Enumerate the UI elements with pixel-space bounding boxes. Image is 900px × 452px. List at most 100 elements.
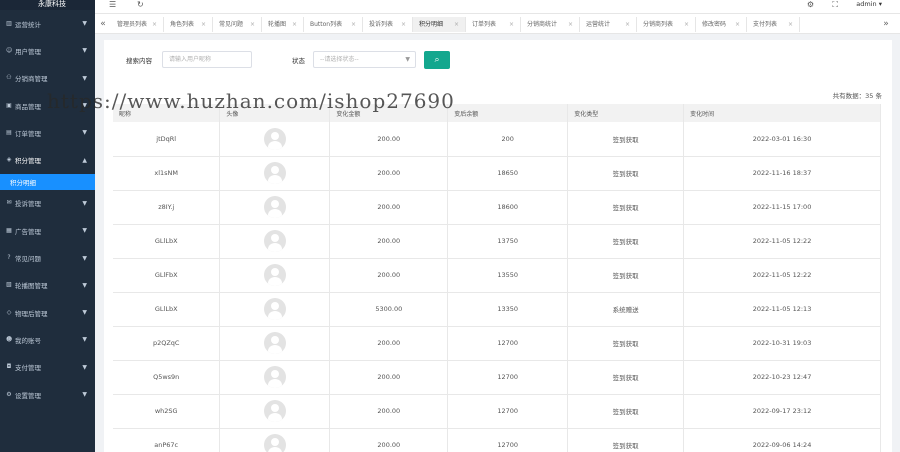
avatar [263,230,286,252]
tabs-scroll-left-icon[interactable]: « [95,14,111,34]
amount-cell: 200.00 [329,156,449,191]
sidebar-item-12[interactable]: ◘ 支付管理 ▼ [0,354,95,381]
close-icon[interactable]: × [509,17,514,32]
status-label: 状态 [292,57,305,65]
sidebar-item-6[interactable]: ✉ 投诉管理 ▼ [0,190,95,217]
sidebar-item-label: 支付管理 [15,364,41,373]
tab-1[interactable]: 角色列表 × [164,17,213,32]
sidebar-item-label: 运营统计 [15,20,41,29]
sidebar-item-0[interactable]: ▥ 运营统计 ▼ [0,10,95,37]
menu-toggle-icon[interactable]: ☰ [109,0,116,9]
sidebar-item-1[interactable]: ☺ 用户管理 ▼ [0,37,95,64]
close-icon[interactable]: × [568,17,573,32]
avatar-cell [219,326,331,361]
sidebar-item-4[interactable]: ▤ 订单管理 ▼ [0,119,95,146]
tab-label: 支付列表 [753,21,778,28]
refresh-icon[interactable]: ↻ [137,0,144,9]
tab-8[interactable]: 分销商统计 × [521,17,580,32]
time-cell: 2022-09-17 23:12 [683,394,881,429]
close-icon[interactable]: × [152,17,157,32]
tab-2[interactable]: 常见问题 × [213,17,262,32]
close-icon[interactable]: × [250,17,255,32]
chevron-down-icon: ▼ [82,254,87,262]
nickname-cell: GLlLbX [113,224,221,259]
status-select[interactable]: --请选择状态-- ▼ [313,51,416,68]
theme-icon[interactable]: ⚙ [807,0,814,9]
avatar-cell [219,292,331,327]
column-header: 变化时间 [683,104,881,122]
tab-label: 修改密码 [702,21,727,28]
fullscreen-icon[interactable]: ⛶ [832,0,838,9]
close-icon[interactable]: × [735,17,740,32]
balance-cell: 18650 [447,156,569,191]
chevron-down-icon: ▼ [82,47,87,55]
close-icon[interactable]: × [684,17,689,32]
tab-3[interactable]: 轮播图 × [262,17,304,32]
avatar [263,332,286,354]
type-cell: 签到获取 [567,190,685,225]
amount-cell: 200.00 [329,224,449,259]
tab-7[interactable]: 订单列表 × [466,17,521,32]
search-input[interactable]: 请输入用户昵称 [162,51,252,68]
chevron-down-icon: ▼ [82,309,87,317]
tab-label: 运营统计 [586,21,611,28]
chevron-down-icon: ▼ [82,74,87,82]
sidebar-item-9[interactable]: ▧ 轮播图管理 ▼ [0,272,95,299]
search-button[interactable]: ⌕ [424,51,450,69]
tab-label: 订单列表 [472,21,497,28]
complaint-icon: ✉ [6,199,12,207]
sidebar-subitem-0[interactable]: 积分明细 [0,173,95,190]
sidebar-item-7[interactable]: ▦ 广告管理 ▼ [0,217,95,244]
sidebar-item-label: 订单管理 [15,129,41,138]
sidebar-item-13[interactable]: ⚙ 设置管理 ▼ [0,381,95,408]
nickname-cell: GLlFbX [113,258,221,293]
gear-icon: ⚙ [6,390,12,398]
tab-label: 分销商列表 [643,21,674,28]
balance-cell: 13750 [447,224,569,259]
type-cell: 系统赠送 [567,292,685,327]
column-header: 变后余额 [447,104,569,122]
close-icon[interactable]: × [351,17,356,32]
sidebar-item-label: 商品管理 [15,102,41,111]
close-icon[interactable]: × [454,17,459,32]
sidebar-item-label: 用户管理 [15,47,41,56]
amount-cell: 200.00 [329,428,449,452]
tab-10[interactable]: 分销商列表 × [637,17,696,32]
sidebar-item-label: 分销商管理 [15,75,48,84]
table-row: xl1sNM 200.00 18650 签到获取 2022-11-16 18:37 [113,156,881,191]
tab-6[interactable]: 积分明细 × [413,17,466,32]
sidebar-menu: ▥ 运营统计 ▼ ☺ 用户管理 ▼ ⚇ 分销商管理 ▼ ▣ 商品管理 ▼ ▤ 订单管理 ▼ ◈ 积分管理 ▲ 积分明… [0,10,95,408]
sidebar-item-5[interactable]: ◈ 积分管理 ▲ [0,146,95,173]
tabs-scroll-right-icon[interactable]: » [878,14,894,34]
tab-12[interactable]: 支付列表 × [747,17,800,32]
sidebar-item-3[interactable]: ▣ 商品管理 ▼ [0,92,95,119]
balance-cell: 12700 [447,326,569,361]
user-menu[interactable]: admin ▾ [856,0,882,8]
amount-cell: 200.00 [329,326,449,361]
sidebar: 永康科技 ▥ 运营统计 ▼ ☺ 用户管理 ▼ ⚇ 分销商管理 ▼ ▣ 商品管理 ▼ ▤ 订单管理 ▼ ◈ 积分管… [0,0,95,452]
close-icon[interactable]: × [788,17,793,32]
sidebar-item-8[interactable]: ? 常见问题 ▼ [0,244,95,271]
image-icon: ▧ [6,281,12,289]
ad-icon: ▦ [6,226,12,234]
tab-11[interactable]: 修改密码 × [696,17,747,32]
nickname-cell: xl1sNM [113,156,221,191]
close-icon[interactable]: × [292,17,297,32]
nickname-cell: p2QZqC [113,326,221,361]
close-icon[interactable]: × [625,17,630,32]
tab-4[interactable]: Button列表 × [304,17,363,32]
tab-9[interactable]: 运营统计 × [580,17,637,32]
tab-5[interactable]: 投诉列表 × [363,17,413,32]
close-icon[interactable]: × [401,17,406,32]
tab-0[interactable]: 管理员列表 × [111,17,164,32]
search-icon: ⌕ [434,55,440,65]
status-select-value: --请选择状态-- [320,56,359,63]
avatar-cell [219,394,331,429]
table-row: GLlLbX 5300.00 13350 系统赠送 2022-11-05 12:13 [113,292,881,327]
sidebar-item-2[interactable]: ⚇ 分销商管理 ▼ [0,65,95,92]
table-row: jtDqRl 200.00 200 签到获取 2022-03-01 16:30 [113,122,881,157]
close-icon[interactable]: × [201,17,206,32]
sidebar-item-11[interactable]: ☻ 我的账号 ▼ [0,326,95,353]
sidebar-item-10[interactable]: ◇ 物理后管理 ▼ [0,299,95,326]
time-cell: 2022-11-05 12:13 [683,292,881,327]
